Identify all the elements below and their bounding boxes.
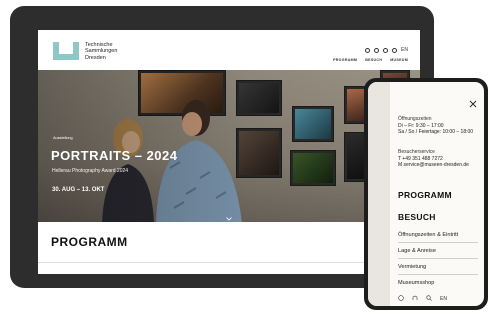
header-nav: PROGRAMM BESUCH MUSEUM [333, 58, 408, 62]
hero-dates: 30. AUG – 13. OKT [52, 187, 105, 193]
phone-screen: Öffnungszeiten Di – Fr: 9:30 – 17:00 Sa … [368, 82, 484, 306]
menu-besuch[interactable]: BESUCH [398, 212, 436, 222]
visitor-service-label: Besucherservice [398, 149, 435, 155]
logo[interactable]: Technische Sammlungen Dresden [53, 42, 117, 61]
divider [398, 274, 478, 275]
logo-mark-icon [53, 42, 79, 60]
hero-subtitle: Hellerau Photography Award 2024 [52, 168, 129, 174]
nav-programm[interactable]: PROGRAMM [333, 58, 357, 62]
menu-link-location[interactable]: Lage & Anreise [398, 248, 436, 254]
sign-language-icon[interactable] [383, 47, 389, 53]
divider [398, 258, 478, 259]
opening-hours-weekend: Sa / So / Feiertage: 10:00 – 18:00 [398, 129, 474, 136]
opening-hours-label: Öffnungszeiten [398, 116, 432, 122]
logo-line: Sammlungen [85, 48, 118, 55]
visitor-service: Besucherservice T +49 351 488 7272 M ser… [398, 149, 469, 169]
logo-line: Dresden [85, 54, 106, 61]
menu-link-shop[interactable]: Museumsshop [398, 280, 434, 286]
menu-link-opening-hours[interactable]: Öffnungszeiten & Eintritt [398, 232, 458, 238]
hero-kicker: Ausstellung [53, 136, 73, 140]
header-icons: EN [365, 47, 408, 53]
menu-programm[interactable]: PROGRAMM [398, 190, 452, 200]
language-switch[interactable]: EN [401, 47, 408, 53]
hero-banner[interactable]: Ausstellung PORTRAITS – 2024 Hellerau Ph… [38, 70, 420, 222]
chevron-down-icon[interactable] [226, 209, 232, 221]
opening-hours: Öffnungszeiten Di – Fr: 9:30 – 17:00 Sa … [398, 116, 473, 136]
search-icon[interactable] [392, 47, 398, 53]
phone-device: Öffnungszeiten Di – Fr: 9:30 – 17:00 Sa … [364, 78, 488, 310]
language-easy-icon[interactable] [374, 47, 380, 53]
tablet-screen: Technische Sammlungen Dresden EN PROGRAM… [38, 30, 420, 274]
opening-hours-weekdays: Di – Fr: 9:30 – 17:00 [398, 122, 444, 129]
section-heading-programm: PROGRAMM [51, 235, 128, 249]
nav-besuch[interactable]: BESUCH [365, 58, 382, 62]
nav-museum[interactable]: MUSEUM [390, 58, 408, 62]
divider [38, 262, 420, 263]
phone-menu-backdrop [368, 82, 390, 306]
close-icon[interactable] [469, 95, 477, 108]
site-header: Technische Sammlungen Dresden EN PROGRAM… [38, 30, 420, 70]
hero-title: PORTRAITS – 2024 [51, 148, 178, 163]
phone-bottom-bar: EN [398, 295, 447, 303]
visitor-service-email[interactable]: M service@museen-dresden.de [398, 162, 469, 169]
visitor-service-phone[interactable]: T +49 351 488 7272 [398, 156, 469, 163]
menu-link-rental[interactable]: Vermietung [398, 264, 426, 270]
search-icon[interactable] [426, 295, 432, 303]
accessibility-icon[interactable] [398, 295, 404, 303]
hero-overlay [38, 70, 420, 222]
language-switch[interactable]: EN [440, 296, 447, 302]
logo-text: Technische Sammlungen Dresden [85, 42, 117, 61]
accessibility-icon[interactable] [365, 47, 371, 53]
sign-language-icon[interactable] [412, 295, 418, 303]
divider [398, 242, 478, 243]
